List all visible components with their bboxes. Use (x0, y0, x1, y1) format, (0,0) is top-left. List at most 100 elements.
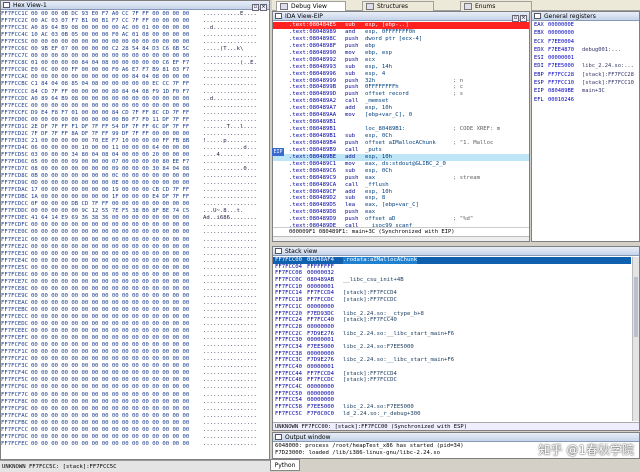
hex-row[interactable]: FF7FCEFC 00 00 00 00 00 00 00 00 00 00 00… (1, 335, 269, 342)
hex-row[interactable]: FF7FCE2C 00 00 00 00 00 00 00 00 00 00 00… (1, 244, 269, 251)
output-window-title-bar[interactable]: Output window (273, 433, 639, 442)
stack-row[interactable]: FF7FCC3C F7D9E276 libc_2.24.so:__libc_star… (273, 357, 631, 364)
disasm-row[interactable]: .text:08048999 push 32h ; n (273, 78, 529, 85)
tab-debug-view[interactable]: Debug View (276, 1, 346, 11)
ida-view-pane[interactable]: IDA View-EIP ▫ × .text:080484E5 sub esp, [e… (272, 11, 530, 242)
disasm-row[interactable]: .text:08048990 mov ebp, esp (273, 50, 529, 57)
hex-row[interactable]: FF7FCDAC 17 00 00 00 00 00 00 00 19 00 00… (1, 187, 269, 194)
hex-row[interactable]: FF7FCC8C 01 00 00 00 00 84 04 08 00 00 00… (1, 60, 269, 67)
stack-row[interactable]: FF7FCC44 FF7FCCD4 [stack]:FF7FCCD4 (273, 371, 631, 378)
disasm-row[interactable]: .text:080484E5 sub esp, [ebp-..] (273, 22, 529, 29)
stack-row[interactable]: FF7FCC2C F7D9E276 libc_2.24.so:__libc_star… (273, 331, 631, 338)
stack-row[interactable]: FF7FCC28 00000000 (273, 324, 631, 331)
stack-listing[interactable]: FF7FCC00 08048AF4 .rodata:aIMallocAChunk FF… (273, 257, 631, 421)
hex-row[interactable]: FF7FCF0C 00 00 00 00 00 00 00 00 00 00 00… (1, 342, 269, 349)
hex-row[interactable]: FF7FCF9C 00 00 00 00 00 00 00 00 00 00 00… (1, 406, 269, 413)
disasm-row[interactable]: .text:080489A7 add esp, 10h (273, 105, 529, 112)
hex-row[interactable]: FF7FCCAC 00 00 00 00 00 00 00 00 00 00 84… (1, 74, 269, 81)
hex-row[interactable]: FF7FCE9C 00 00 00 00 00 00 00 00 00 00 00… (1, 293, 269, 300)
register-value[interactable]: 00000000 (548, 30, 582, 37)
disasm-row[interactable]: .text:080489BE add esp, 10h (273, 153, 529, 161)
stack-row[interactable]: FF7FCC24 FF7FCC40 [stack]:FF7FCC40 (273, 317, 631, 324)
ida-horizontal-scrollbar[interactable] (273, 236, 529, 241)
stack-row[interactable]: FF7FCC08 00000032 (273, 270, 631, 277)
stack-row[interactable]: FF7FCC18 FF7FCCDC [stack]:FF7FCCDC (273, 297, 631, 304)
register-value[interactable]: 00000001 (548, 55, 582, 62)
hex-row[interactable]: FF7FCCDC A0 89 64 B9 08 00 00 00 00 00 00… (1, 96, 269, 103)
stack-row[interactable]: FF7FCC5C F7F0C0C0 ld_2.24.so:_r_debug+300 (273, 411, 631, 418)
stack-row[interactable]: FF7FCC14 FF7FCCD4 [stack]:FF7FCCD4 (273, 290, 631, 297)
hex-view-pane[interactable]: Hex View-1 ▫ × FF7FCC1C 00 00 00 0B DC 93 … (0, 0, 270, 460)
disasm-row[interactable]: .text:080489A2 call _memset (273, 98, 529, 105)
hex-row[interactable]: FF7FCD4C 06 00 00 00 00 10 00 00 11 00 00… (1, 145, 269, 152)
hex-row[interactable]: FF7FCD3C 21 00 00 00 00 00 70 EE F7 10 00… (1, 138, 269, 145)
restore-icon[interactable]: ▫ (512, 15, 519, 22)
disasm-row[interactable]: .text:080489B1 sub esp, 0Ch (273, 133, 529, 140)
register-value[interactable]: 080489BE (548, 88, 582, 95)
stack-row[interactable]: FF7FCC58 F7EE5000 libc_2.24.so:F7EE5000 (273, 404, 631, 411)
disasm-row[interactable]: .text:080489D5 lea eax, [ebp+var_C] (273, 202, 529, 209)
hex-row[interactable]: FF7FCF2C 00 00 00 00 00 00 00 00 00 00 00… (1, 356, 269, 363)
hex-row[interactable]: FF7FCD6C 05 00 00 00 09 00 00 00 07 00 00… (1, 159, 269, 166)
stack-row[interactable]: FF7FCC54 00000000 (273, 397, 631, 404)
hex-row[interactable]: FF7FCFAC 00 00 00 00 00 00 00 00 00 00 00… (1, 413, 269, 420)
disasm-row[interactable]: .text:0804898F push ebp (273, 43, 529, 50)
hex-row[interactable]: FF7FCC1C 00 00 00 0B DC 93 E0 F7 A0 CC 7F… (1, 11, 269, 18)
hex-row[interactable]: FF7FCECC 00 00 00 00 00 00 00 00 00 00 00… (1, 314, 269, 321)
disasm-row[interactable]: .text:08048992 push ecx (273, 57, 529, 64)
hex-row[interactable]: FF7FCE3C 00 00 00 00 00 00 00 00 00 00 00… (1, 251, 269, 258)
hex-row[interactable]: FF7FCC4C 10 AC 03 0B 05 00 00 00 F0 AC 01… (1, 32, 269, 39)
hex-row[interactable]: FF7FCEDC 00 00 00 00 00 00 00 00 00 00 00… (1, 321, 269, 328)
tab-enums[interactable]: Enums (460, 1, 532, 11)
register-value[interactable]: FF7FCC10 (548, 80, 582, 87)
hex-row[interactable]: FF7FCCBC C1 84 04 08 85 04 08 00 00 00 00… (1, 81, 269, 88)
hex-row[interactable]: FF7FCF7C 00 00 00 00 00 00 00 00 00 00 00… (1, 392, 269, 399)
close-icon[interactable]: × (260, 4, 267, 11)
hex-row[interactable]: FF7FCC5C 00 00 00 00 00 00 00 00 00 00 00… (1, 39, 269, 46)
hex-row[interactable]: FF7FCD2C 7F DF 7F FF 8A DF 7F FF 99 DF 7F… (1, 131, 269, 138)
close-icon[interactable]: × (520, 15, 527, 22)
hex-row[interactable]: FF7FCE5C 00 00 00 00 00 00 00 00 00 00 00… (1, 265, 269, 272)
stack-row[interactable]: FF7FCC20 F7ED93DC libc_2.24.so:__ctype_b+8 (273, 311, 631, 318)
hex-row[interactable]: FF7FCDCC 0F 00 00 00 DB CD 7F FF 00 00 00… (1, 201, 269, 208)
register-row[interactable]: EDI F7EE5000 libc_2.24.so:... (532, 63, 639, 71)
disasm-row[interactable]: .text:08048996 sub esp, 4 (273, 71, 529, 78)
registers-pane[interactable]: General registers EAX 0000000E EBX 00000000… (531, 11, 640, 242)
register-row[interactable]: EBX 00000000 (532, 30, 639, 38)
register-row[interactable]: ESP FF7FCC10 [stack]:FF7FCC10 (532, 80, 639, 88)
disasm-row[interactable]: .text:080489B1 (273, 119, 529, 126)
python-tab[interactable]: Python (270, 459, 300, 471)
stack-row[interactable]: FF7FCC00 08048AF4 .rodata:aIMallocAChunk (273, 257, 631, 264)
hex-view-title-bar[interactable]: Hex View-1 ▫ × (1, 1, 269, 11)
disasm-row[interactable]: .text:080489C9 push eax ; stream (273, 175, 529, 182)
disasm-row[interactable]: .text:080489B9 call _puts (273, 147, 529, 154)
stack-row[interactable]: FF7FCC1C 00000000 (273, 304, 631, 311)
disasm-row[interactable]: .text:080489C1 mov eax, ds:stdout@GLIBC_2_… (273, 161, 529, 168)
hex-row[interactable]: FF7FCDDC 00 00 00 00 00 9C 12 55 7E F5 38… (1, 208, 269, 215)
hex-row[interactable]: FF7FCCEC 00 00 00 00 00 00 00 00 00 00 00… (1, 103, 269, 110)
stack-row[interactable]: FF7FCC30 00000001 (273, 337, 631, 344)
restore-icon[interactable]: ▫ (252, 4, 259, 11)
register-row[interactable]: ESI 00000001 (532, 55, 639, 63)
hex-row[interactable]: FF7FCDBC 1A 00 00 00 00 00 00 00 1F 00 00… (1, 194, 269, 201)
stack-row[interactable]: FF7FCC34 F7EE5000 libc_2.24.so:F7EE5000 (273, 344, 631, 351)
hex-row[interactable]: FF7FCE0C 00 00 00 00 00 00 00 00 00 00 00… (1, 229, 269, 236)
register-value[interactable]: FF7FCC28 (548, 72, 582, 79)
hex-row[interactable]: FF7FCCFC D9 E4 F8 F7 01 00 00 00 84 CD 7F… (1, 110, 269, 117)
hex-row[interactable]: FF7FCD5C 03 00 00 00 34 80 04 08 04 00 00… (1, 152, 269, 159)
hex-row[interactable]: FF7FCDEC 41 64 14 E9 69 36 38 36 00 00 00… (1, 215, 269, 222)
stack-view-title-bar[interactable]: Stack view (273, 247, 639, 256)
stack-row[interactable]: FF7FCC10 00000001 (273, 284, 631, 291)
stack-vertical-scrollbar[interactable] (632, 257, 639, 421)
hex-row[interactable]: FF7FCF1C 00 00 00 00 00 00 00 00 00 00 00… (1, 349, 269, 356)
hex-row[interactable]: FF7FCE6C 00 00 00 00 00 00 00 00 00 00 00… (1, 272, 269, 279)
register-value[interactable]: F7EE5000 (548, 63, 582, 70)
stack-row[interactable]: FF7FCC0C 080489AB __libc_csu_init+4B (273, 277, 631, 284)
register-value[interactable]: F7EE4870 (548, 47, 582, 54)
hex-row[interactable]: FF7FCE8C 00 00 00 00 00 00 00 00 00 00 00… (1, 286, 269, 293)
disasm-row[interactable]: .text:080489D9 push offset aD ; "%d" (273, 216, 529, 223)
register-list[interactable]: EAX 0000000E EBX 00000000 ECX F7EE0004 EDX F7EE… (532, 22, 639, 241)
hex-row[interactable]: FF7FCD9C 0D 00 00 00 00 00 00 00 0E 00 00… (1, 180, 269, 187)
disasm-row[interactable]: .text:080489C6 sub esp, 0Ch (273, 168, 529, 175)
hex-row[interactable]: FF7FCDFC 00 00 00 00 00 00 00 00 00 00 00… (1, 222, 269, 229)
